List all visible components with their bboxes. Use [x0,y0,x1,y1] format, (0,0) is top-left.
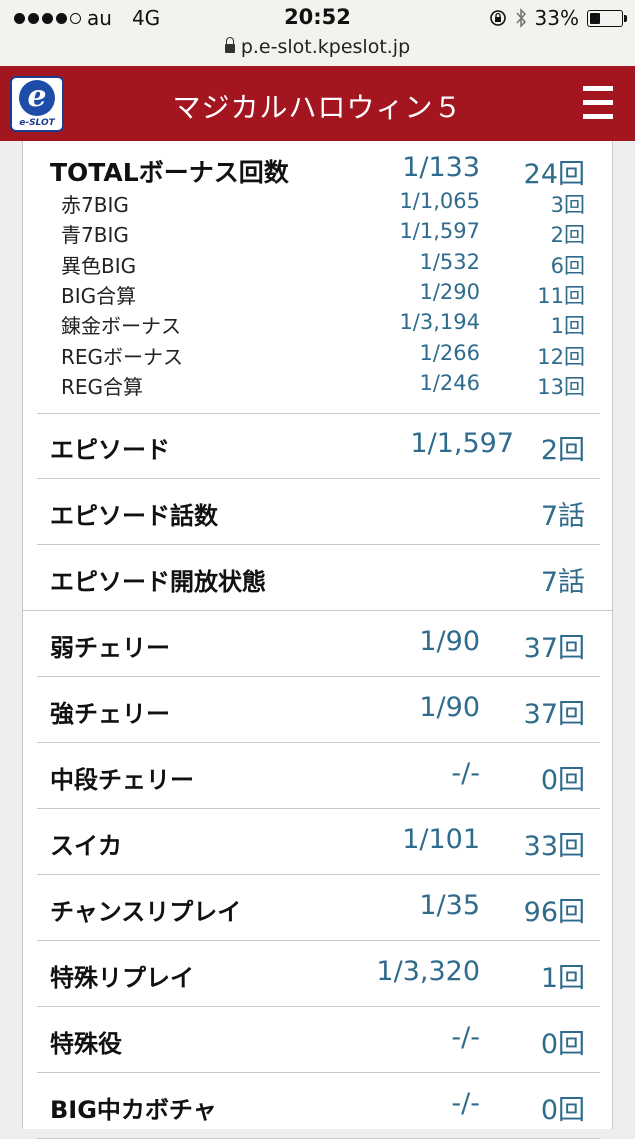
page-title: マジカルハロウィン５ [172,91,463,124]
bonus-item-count: 2回 [550,223,585,248]
table-row: エピソード話数 7話 [37,479,600,545]
list-item: 青7BIG 1/1,597 2回 [37,219,600,249]
table-row: 強チェリー 1/90 37回 [37,677,600,743]
bonus-item-ratio: 1/3,194 [399,310,480,335]
bonus-item-count: 11回 [537,283,585,308]
bonus-item-ratio: 1/1,597 [399,219,480,244]
bonus-item-count: 12回 [537,344,585,369]
bonus-item-count: 13回 [537,374,585,399]
row-count: 37回 [523,699,585,730]
row-count: 96回 [523,897,585,928]
bonus-item-count: 6回 [550,253,585,278]
row-label: 中段チェリー [50,766,194,794]
row-ratio: -/- [451,1088,480,1119]
bonus-item-count: 1回 [550,314,585,339]
address-bar[interactable]: p.e-slot.kpeslot.jp [0,36,635,66]
bonus-item-label: 青7BIG [61,223,129,248]
bonus-item-label: 異色BIG [61,253,137,278]
row-ratio: 1/90 [419,692,480,723]
row-count: 1回 [540,963,585,994]
bonus-item-ratio: 1/266 [419,340,480,365]
rotation-lock-icon [489,10,506,26]
row-ratio: -/- [451,758,480,789]
list-item: 異色BIG 1/532 6回 [37,250,600,280]
table-row: 中段チェリー -/- 0回 [37,743,600,809]
row-label: 特殊役 [50,1030,122,1058]
row-ratio: 1/3,320 [376,956,480,987]
row-count: 7話 [540,567,585,598]
battery-percent: 33% [534,6,579,30]
total-bonus-count: 24回 [523,159,585,190]
row-ratio: -/- [451,1022,480,1053]
status-bar: au 4G 20:52 33% [0,0,635,36]
row-label: チャンスリプレイ [50,898,242,926]
row-label: エピソード話数 [50,502,218,530]
row-label: スイカ [50,832,122,860]
table-row: 弱チェリー 1/90 37回 [37,611,600,677]
bonus-item-ratio: 1/246 [419,370,480,395]
row-label: 強チェリー [50,700,170,728]
bonus-item-label: REGボーナス [61,344,184,369]
url-text: p.e-slot.kpeslot.jp [240,36,411,58]
table-row: BIG中カボチャ -/- 0回 [37,1073,600,1139]
row-count: 0回 [540,765,585,796]
bonus-item-label: 赤7BIG [61,193,129,217]
row-count: 2回 [540,435,585,466]
data-table: TOTALボーナス回数 1/133 24回 赤7BIG 1/1,065 3回 青7BI… [22,141,613,1139]
table-row: エピソード 1/1,597 2回 [37,413,600,479]
row-count: 37回 [523,633,585,664]
row-ratio: 1/101 [402,824,480,855]
row-label: エピソード [50,436,170,464]
hamburger-menu-icon[interactable] [583,86,613,120]
bonus-item-count: 3回 [550,193,585,217]
row-ratio: 1/35 [419,890,480,921]
row-label: エピソード開放状態 [50,568,266,596]
list-item: 赤7BIG 1/1,065 3回 [37,189,600,219]
table-row: エピソード開放状態 7話 [37,545,600,610]
row-ratio: 1/1,597 [410,428,514,459]
table-row: 特殊リプレイ 1/3,320 1回 [37,941,600,1007]
row-ratio: 1/90 [419,626,480,657]
bonus-item-label: BIG合算 [61,283,137,308]
total-bonus-ratio: 1/133 [402,152,480,183]
list-item: BIG合算 1/290 11回 [37,280,600,310]
bonus-item-ratio: 1/290 [419,279,480,304]
site-header: e e-SLOT マジカルハロウィン５ [0,66,635,141]
table-row: スイカ 1/101 33回 [37,809,600,875]
bonus-item-label: REG合算 [61,374,144,399]
bonus-item-ratio: 1/1,065 [399,189,480,213]
bonus-item-ratio: 1/532 [419,249,480,274]
table-row: チャンスリプレイ 1/35 96回 [37,875,600,941]
total-bonus-label: TOTALボーナス回数 [50,158,289,187]
row-count: 0回 [540,1095,585,1126]
row-label: 弱チェリー [50,634,170,662]
row-label: BIG中カボチャ [50,1096,217,1124]
bonus-item-label: 錬金ボーナス [61,314,181,339]
row-count: 0回 [540,1029,585,1060]
list-item: REG合算 1/246 13回 [37,371,600,401]
bluetooth-icon [515,8,526,28]
lock-icon [224,37,235,53]
battery-icon [587,9,627,27]
row-count: 7話 [540,501,585,532]
list-item: 錬金ボーナス 1/3,194 1回 [37,310,600,340]
table-row: 特殊役 -/- 0回 [37,1007,600,1073]
row-count: 33回 [523,831,585,862]
row-label: 特殊リプレイ [50,964,194,992]
bonus-section: TOTALボーナス回数 1/133 24回 赤7BIG 1/1,065 3回 青7BI… [37,141,600,414]
list-item: REGボーナス 1/266 12回 [37,341,600,371]
